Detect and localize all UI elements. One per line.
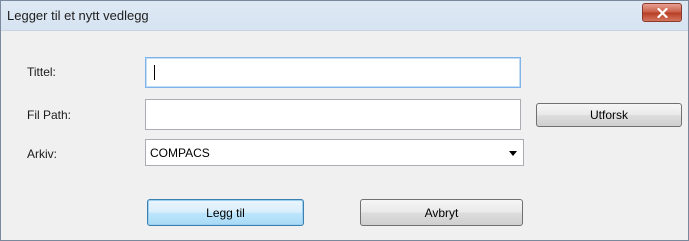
title-label: Tittel: bbox=[27, 65, 56, 79]
title-field[interactable] bbox=[145, 57, 521, 88]
window-title: Legger til et nytt vedlegg bbox=[7, 8, 149, 23]
path-field[interactable] bbox=[145, 99, 521, 130]
chevron-down-icon[interactable] bbox=[509, 151, 517, 156]
title-bar: Legger til et nytt vedlegg bbox=[1, 1, 688, 31]
cancel-button[interactable]: Avbryt bbox=[360, 199, 523, 226]
archive-select[interactable]: COMPACS bbox=[145, 139, 524, 166]
add-button[interactable]: Legg til bbox=[147, 199, 304, 226]
text-caret bbox=[154, 65, 155, 80]
path-input[interactable] bbox=[146, 100, 520, 129]
dialog-window: Legger til et nytt vedlegg Tittel: Fil P… bbox=[0, 0, 689, 241]
close-button[interactable] bbox=[642, 3, 682, 22]
close-icon bbox=[656, 7, 668, 18]
title-input[interactable] bbox=[146, 58, 520, 87]
archive-selected-value: COMPACS bbox=[150, 146, 210, 160]
path-label: Fil Path: bbox=[27, 108, 72, 122]
browse-button[interactable]: Utforsk bbox=[536, 103, 682, 127]
archive-label: Arkiv: bbox=[27, 147, 57, 161]
